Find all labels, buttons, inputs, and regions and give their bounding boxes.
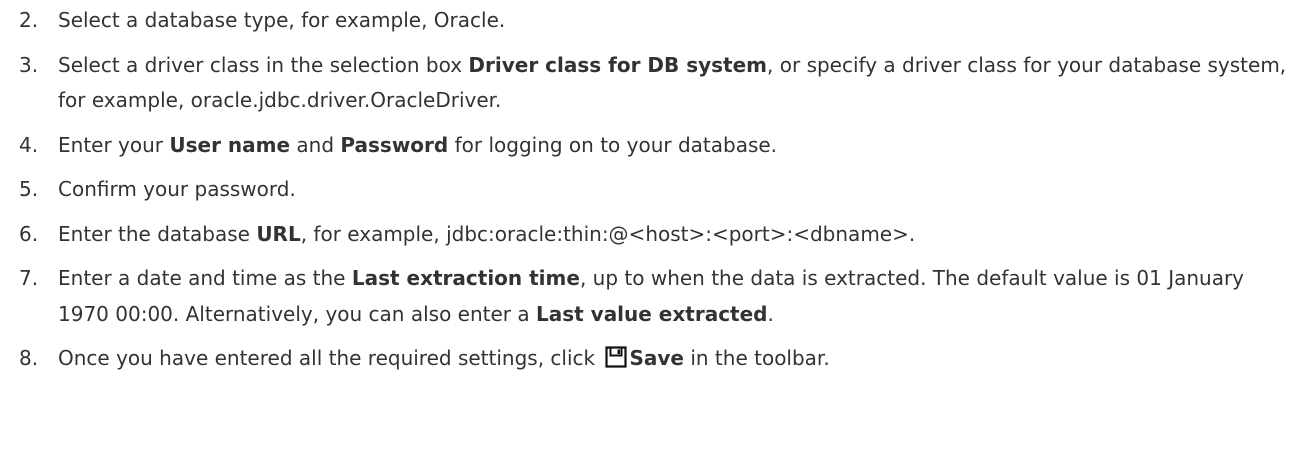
step-text-segment: Enter a date and time as the bbox=[58, 266, 352, 290]
step-item: 6. Enter the database URL, for example, j… bbox=[0, 217, 1298, 253]
step-item: 8. Once you have entered all the required… bbox=[0, 341, 1298, 380]
step-item: 2. Select a database type, for example, O… bbox=[0, 3, 1298, 39]
ui-term: Last value extracted bbox=[535, 301, 768, 326]
step-item: 4. Enter your User name and Password for … bbox=[0, 128, 1298, 164]
step-text-segment: . bbox=[767, 301, 774, 326]
step-text-segment: Once you have entered all the required s… bbox=[58, 346, 602, 370]
step-text-segment: in the toolbar. bbox=[683, 346, 830, 370]
step-text-segment: and bbox=[290, 132, 341, 157]
step-text: Enter the database URL, for example, jdb… bbox=[58, 222, 915, 246]
step-text: Select a driver class in the selection b… bbox=[58, 53, 1286, 113]
step-text-segment: Enter your bbox=[58, 132, 170, 157]
instruction-steps: 2. Select a database type, for example, O… bbox=[0, 3, 1298, 380]
step-text-segment: for logging on to your database. bbox=[448, 132, 778, 157]
ui-term: Last extraction time bbox=[351, 266, 580, 290]
step-text: Enter a date and time as the Last extrac… bbox=[58, 266, 1244, 326]
step-text-segment: Enter the database bbox=[58, 221, 257, 246]
ui-term: User name bbox=[169, 132, 291, 157]
step-text: Once you have entered all the required s… bbox=[58, 346, 830, 370]
step-text: Enter your User name and Password for lo… bbox=[58, 133, 777, 157]
step-text-segment: Select a driver class in the selection b… bbox=[58, 52, 469, 77]
step-item: 7. Enter a date and time as the Last extr… bbox=[0, 261, 1298, 332]
step-number: 8. bbox=[19, 346, 39, 370]
ui-term: Password bbox=[340, 132, 449, 157]
step-number: 4. bbox=[19, 132, 39, 157]
step-number: 2. bbox=[19, 8, 39, 32]
step-text-segment: , for example, jdbc:oracle:thin:@<host>:… bbox=[300, 221, 916, 246]
step-item: 3. Select a driver class in the selection… bbox=[0, 48, 1298, 119]
step-number: 5. bbox=[19, 177, 39, 201]
step-text: Confirm your password. bbox=[58, 177, 296, 201]
step-text-segment: Select a database type, for example, Ora… bbox=[58, 8, 506, 32]
ui-term: URL bbox=[256, 221, 301, 246]
step-text: Select a database type, for example, Ora… bbox=[58, 8, 505, 32]
ui-term: Save bbox=[629, 346, 684, 370]
save-icon bbox=[605, 344, 628, 380]
step-number: 7. bbox=[19, 266, 39, 290]
step-number: 3. bbox=[19, 52, 39, 77]
ui-term: Driver class for DB system bbox=[468, 52, 768, 77]
step-item: 5. Confirm your password. bbox=[0, 172, 1298, 208]
step-text-segment: Confirm your password. bbox=[58, 177, 296, 201]
step-number: 6. bbox=[19, 221, 39, 246]
